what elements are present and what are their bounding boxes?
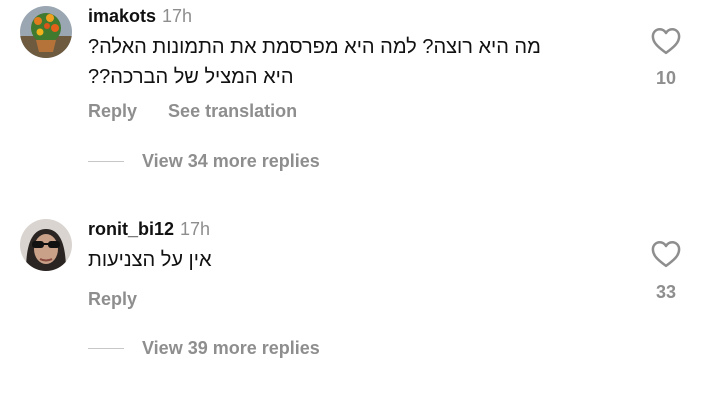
view-replies-button[interactable]: View 34 more replies — [88, 151, 320, 172]
comment-text: אין על הצניעות — [88, 245, 628, 275]
comment-actions: Reply See translation — [88, 101, 323, 122]
heart-outline-icon — [651, 241, 681, 268]
like-button[interactable] — [651, 240, 681, 268]
comment-text: מה היא רוצה? למה היא מפרסמת את התמונות ה… — [88, 32, 628, 92]
heart-outline-icon — [651, 28, 681, 55]
comment-timestamp: 17h — [180, 219, 211, 239]
comment-timestamp: 17h — [162, 6, 193, 26]
view-replies-label[interactable]: View 34 more replies — [142, 151, 320, 172]
see-translation-button[interactable]: See translation — [168, 101, 297, 121]
comment-actions: Reply — [88, 289, 163, 310]
avatar-image — [20, 6, 72, 58]
like-button[interactable] — [651, 27, 681, 55]
comment-username[interactable]: imakots 17h — [88, 6, 192, 27]
view-replies-label[interactable]: View 39 more replies — [142, 338, 320, 359]
avatar[interactable] — [20, 6, 72, 58]
comment-item: ronit_bi12 17h אין על הצניעות Reply 33 Vi… — [0, 200, 711, 400]
comment-text-line: היא המציל של הברכה?? — [88, 66, 294, 88]
reply-button[interactable]: Reply — [88, 289, 137, 309]
view-replies-button[interactable]: View 39 more replies — [88, 338, 320, 359]
username-text[interactable]: imakots — [88, 6, 156, 26]
comment-username[interactable]: ronit_bi12 17h — [88, 219, 210, 240]
comment-text-line: מה היא רוצה? למה היא מפרסמת את התמונות ה… — [88, 36, 541, 58]
like-count: 33 — [655, 282, 677, 302]
reply-button[interactable]: Reply — [88, 101, 137, 121]
replies-divider-line — [88, 160, 124, 163]
avatar-image — [20, 219, 72, 271]
avatar[interactable] — [20, 219, 72, 271]
replies-divider-line — [88, 347, 124, 350]
comment-item: imakots 17h מה היא רוצה? למה היא מפרסמת א… — [0, 0, 711, 200]
comment-text-line: אין על הצניעות — [88, 249, 212, 271]
username-text[interactable]: ronit_bi12 — [88, 219, 174, 239]
like-count: 10 — [655, 68, 677, 88]
